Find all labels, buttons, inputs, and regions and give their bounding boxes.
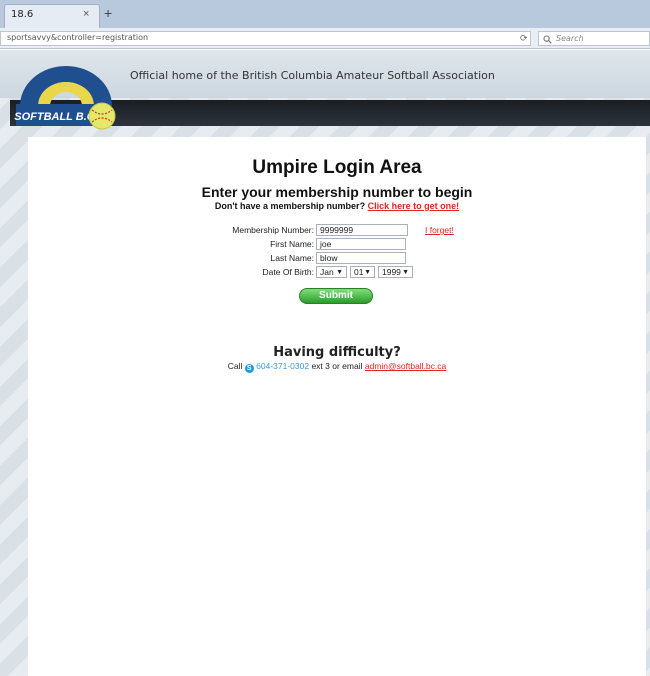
email-link[interactable]: admin@softball.bc.ca <box>365 361 446 371</box>
dob-year-value: 1999 <box>382 267 401 277</box>
main-content: Umpire Login Area Enter your membership … <box>28 137 646 676</box>
search-icon <box>543 32 552 47</box>
call-text: Call <box>227 361 243 371</box>
reload-icon[interactable]: ⟳ <box>520 33 528 44</box>
phone-link[interactable]: 604-371-0302 <box>256 361 309 371</box>
register-prompt: Don't have a membership number? Click he… <box>28 201 646 211</box>
last-name-label: Last Name: <box>270 253 314 263</box>
logo-text: SOFTBALL B.C. <box>14 111 98 123</box>
browser-tab[interactable]: 18.6 × <box>4 4 100 28</box>
dob-month-select[interactable]: Jan ▼ <box>316 266 347 278</box>
tab-title: 18.6 <box>11 9 34 20</box>
register-prompt-text: Don't have a membership number? <box>214 201 366 211</box>
url-text: sportsavvy&controller=registration <box>7 33 149 42</box>
chevron-down-icon: ▼ <box>402 269 409 276</box>
help-heading: Having difficulty? <box>273 345 401 360</box>
dob-day-value: 01 <box>354 267 364 277</box>
chevron-down-icon: ▼ <box>336 269 343 276</box>
page-background: Official home of the British Columbia Am… <box>0 50 650 676</box>
first-name-label: First Name: <box>270 239 314 249</box>
dob-label: Date Of Birth: <box>262 267 315 277</box>
membership-label: Membership Number: <box>232 225 314 235</box>
browser-nav-bar: sportsavvy&controller=registration ⟳ Sea… <box>0 28 650 49</box>
submit-button[interactable]: Submit <box>299 288 373 304</box>
skype-icon[interactable]: S <box>244 364 254 373</box>
help-contact-line: Call S 604-371-0302 ext 3 or email admin… <box>28 361 646 373</box>
page-title: Umpire Login Area <box>252 157 422 178</box>
chevron-down-icon: ▼ <box>364 269 371 276</box>
dob-day-select[interactable]: 01 ▼ <box>350 266 375 278</box>
last-name-input[interactable]: blow <box>316 252 406 264</box>
close-icon[interactable]: × <box>83 8 89 20</box>
softball-bc-logo[interactable]: SOFTBALL B.C. <box>12 54 122 132</box>
register-link[interactable]: Click here to get one! <box>368 201 460 211</box>
new-tab-button[interactable]: + <box>104 5 112 21</box>
address-bar[interactable]: sportsavvy&controller=registration ⟳ <box>0 31 531 46</box>
search-placeholder: Search <box>556 34 584 43</box>
first-name-input[interactable]: joe <box>316 238 406 250</box>
forgot-link[interactable]: I forget! <box>425 225 454 235</box>
dob-month-value: Jan <box>320 267 334 277</box>
site-tagline: Official home of the British Columbia Am… <box>130 69 495 82</box>
browser-search-box[interactable]: Search <box>538 31 650 46</box>
page-subtitle: Enter your membership number to begin <box>201 184 473 200</box>
ext-text: ext 3 or email <box>311 361 363 371</box>
dob-year-select[interactable]: 1999 ▼ <box>378 266 413 278</box>
membership-number-input[interactable]: 9999999 <box>316 224 408 236</box>
browser-tab-bar: 18.6 × + <box>0 0 650 28</box>
